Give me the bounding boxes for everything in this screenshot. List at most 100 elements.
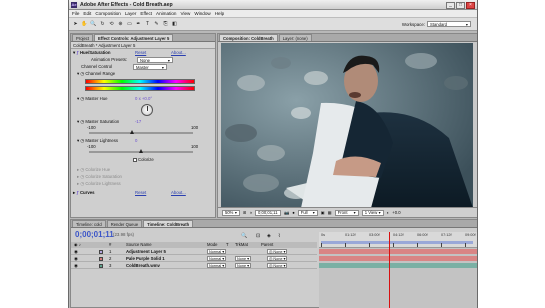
hand-tool-icon[interactable]: ✋ bbox=[81, 21, 88, 28]
layer-duration-bar[interactable] bbox=[319, 256, 477, 261]
eye-icon[interactable]: ◉ bbox=[74, 263, 78, 269]
layer-parent-dropdown[interactable]: ◎ None ▾ bbox=[267, 263, 288, 268]
tab-render-queue[interactable]: Render Queue bbox=[106, 220, 143, 227]
menu-layer[interactable]: Layer bbox=[125, 11, 137, 16]
orbit-camera-icon[interactable]: ⟲ bbox=[108, 21, 115, 28]
layer-duration-bar[interactable] bbox=[319, 249, 477, 254]
composition-viewer[interactable] bbox=[221, 43, 473, 208]
column-trkmat[interactable]: TrkMat bbox=[235, 242, 248, 248]
column-mode[interactable]: Mode bbox=[207, 242, 217, 248]
comp-flowchart-icon[interactable]: ⊡ bbox=[256, 233, 260, 239]
workspace-dropdown[interactable]: Standard ▾ bbox=[427, 21, 471, 27]
tab-effect-controls[interactable]: Effect Controls: Adjustment Layer 5 bbox=[94, 34, 174, 41]
current-time-field[interactable]: 0;00;01;11 bbox=[255, 209, 282, 216]
maximize-button[interactable]: □ bbox=[456, 1, 465, 9]
curves-about-link[interactable]: About... bbox=[171, 190, 186, 196]
eye-icon[interactable]: ◉ bbox=[74, 249, 78, 255]
rotate-tool-icon[interactable]: ↻ bbox=[99, 21, 106, 28]
resolution-dropdown[interactable]: Full ▾ bbox=[297, 209, 318, 216]
view-layout-dropdown[interactable]: 1 View ▾ bbox=[361, 209, 384, 216]
master-lightness-slider[interactable] bbox=[89, 149, 193, 153]
menu-view[interactable]: View bbox=[180, 11, 190, 16]
layer-mode-dropdown[interactable]: Normal ▾ bbox=[207, 256, 227, 261]
zoom-dropdown[interactable]: 50% ▾ bbox=[222, 209, 240, 216]
minimize-button[interactable]: _ bbox=[446, 1, 455, 9]
selection-tool-icon[interactable]: ➤ bbox=[72, 21, 79, 28]
hue-saturation-effect-row[interactable]: ▾ ƒ Hue/Saturation bbox=[73, 50, 111, 56]
master-lightness-thumb[interactable] bbox=[139, 149, 143, 153]
close-button[interactable]: × bbox=[466, 1, 475, 9]
clone-stamp-icon[interactable]: ⎘ bbox=[162, 21, 169, 28]
snapshot-icon[interactable]: 📷 bbox=[284, 210, 289, 216]
layer-name[interactable]: Adjustment Layer 5 bbox=[126, 249, 166, 255]
column-source-name[interactable]: Source Name bbox=[126, 242, 152, 248]
3d-view-dropdown[interactable]: Front ▾ bbox=[334, 209, 359, 216]
channel-control-dropdown[interactable]: Master ▾ bbox=[133, 64, 167, 70]
master-hue-value[interactable]: 0 x +0.0° bbox=[135, 96, 152, 102]
layer-color-swatch[interactable] bbox=[99, 250, 103, 254]
brush-tool-icon[interactable]: ✎ bbox=[153, 21, 160, 28]
animation-presets-dropdown[interactable]: None ▾ bbox=[137, 57, 173, 63]
layer-row[interactable]: ◉ 2 Pale Purple Solid 1 Normal ▾ None ▾ ◎ Non… bbox=[71, 256, 317, 262]
menu-effect[interactable]: Effect bbox=[140, 11, 152, 16]
exposure-value[interactable]: +0.0 bbox=[392, 210, 400, 215]
timeline-search-icon[interactable]: 🔍 bbox=[241, 233, 247, 239]
draft-3d-icon[interactable]: ◈ bbox=[267, 233, 271, 239]
show-channel-icon[interactable]: ● bbox=[292, 210, 295, 215]
type-tool-icon[interactable]: T bbox=[144, 21, 151, 28]
menu-file[interactable]: File bbox=[72, 11, 79, 16]
timeline-current-time[interactable]: 0;00;01;11 bbox=[75, 230, 114, 239]
layer-duration-bar[interactable] bbox=[319, 263, 477, 268]
master-saturation-value[interactable]: -17 bbox=[135, 119, 141, 125]
tab-project[interactable]: Project bbox=[72, 34, 94, 41]
mask-view-icon[interactable]: ◑ bbox=[250, 210, 253, 215]
layer-color-swatch[interactable] bbox=[99, 257, 103, 261]
master-lightness-value[interactable]: 0 bbox=[135, 138, 137, 144]
hue-sat-reset-link[interactable]: Reset bbox=[135, 50, 146, 56]
exposure-icon[interactable]: ◐ bbox=[387, 210, 390, 215]
time-ruler[interactable]: 0s 01:12f 03:00f 04:12f 06:00f 07:12f 09:00f bbox=[319, 232, 477, 248]
tab-layer[interactable]: Layer: (none) bbox=[278, 34, 312, 41]
work-area-bar[interactable] bbox=[321, 241, 473, 244]
menu-edit[interactable]: Edit bbox=[83, 11, 91, 16]
colorize-checkbox[interactable] bbox=[133, 157, 137, 162]
pen-tool-icon[interactable]: ✒ bbox=[135, 21, 142, 28]
layer-trkmat-dropdown[interactable]: None ▾ bbox=[235, 263, 252, 268]
layer-name[interactable]: Pale Purple Solid 1 bbox=[126, 256, 165, 262]
master-hue-dial[interactable] bbox=[141, 104, 153, 116]
safe-margins-icon[interactable]: ⊞ bbox=[243, 210, 247, 215]
master-saturation-slider[interactable] bbox=[89, 130, 193, 134]
layer-parent-dropdown[interactable]: ◎ None ▾ bbox=[267, 256, 288, 261]
layer-color-swatch[interactable] bbox=[99, 264, 103, 268]
tab-timeline-cold[interactable]: Timeline: cold bbox=[72, 220, 106, 227]
region-of-interest-icon[interactable]: ▣ bbox=[321, 210, 325, 215]
current-time-indicator[interactable] bbox=[389, 232, 390, 308]
master-saturation-thumb[interactable] bbox=[130, 130, 135, 134]
layer-name[interactable]: ColdBreath.wmv bbox=[126, 263, 160, 269]
zoom-tool-icon[interactable]: 🔍 bbox=[90, 21, 97, 28]
hue-sat-about-link[interactable]: About... bbox=[171, 50, 186, 56]
layer-mode-dropdown[interactable]: Normal ▾ bbox=[207, 263, 227, 268]
tab-composition[interactable]: Composition: ColdBreath bbox=[219, 34, 278, 41]
menu-help[interactable]: Help bbox=[215, 11, 224, 16]
menu-window[interactable]: Window bbox=[194, 11, 210, 16]
layer-parent-dropdown[interactable]: ◎ None ▾ bbox=[267, 249, 288, 254]
graph-editor-icon[interactable]: ⌇ bbox=[278, 233, 280, 239]
transparency-grid-icon[interactable]: ▦ bbox=[328, 210, 332, 215]
rectangle-mask-icon[interactable]: ▭ bbox=[126, 21, 133, 28]
pan-behind-icon[interactable]: ⊕ bbox=[117, 21, 124, 28]
layer-row[interactable]: ◉ 3 ColdBreath.wmv Normal ▾ None ▾ ◎ None ▾ bbox=[71, 263, 317, 269]
column-parent[interactable]: Parent bbox=[261, 242, 273, 248]
layer-row[interactable]: ◉ 1 Adjustment Layer 5 Normal ▾ ◎ None ▾ bbox=[71, 249, 317, 255]
menu-composition[interactable]: Composition bbox=[95, 11, 121, 16]
channel-range-row[interactable]: ▾ ◷ Channel Range bbox=[77, 71, 115, 77]
colorize-row[interactable]: Colorize bbox=[133, 157, 154, 163]
curves-reset-link[interactable]: Reset bbox=[135, 190, 146, 196]
eye-icon[interactable]: ◉ bbox=[74, 256, 78, 262]
layer-trkmat-dropdown[interactable]: None ▾ bbox=[235, 256, 252, 261]
curves-effect-row[interactable]: ▸ ƒ Curves bbox=[73, 190, 95, 196]
tab-timeline-coldbreath[interactable]: Timeline: ColdBreath bbox=[143, 220, 194, 227]
menu-animation[interactable]: Animation bbox=[156, 11, 176, 16]
layer-mode-dropdown[interactable]: Normal ▾ bbox=[207, 249, 227, 254]
eraser-tool-icon[interactable]: ◧ bbox=[171, 21, 178, 28]
